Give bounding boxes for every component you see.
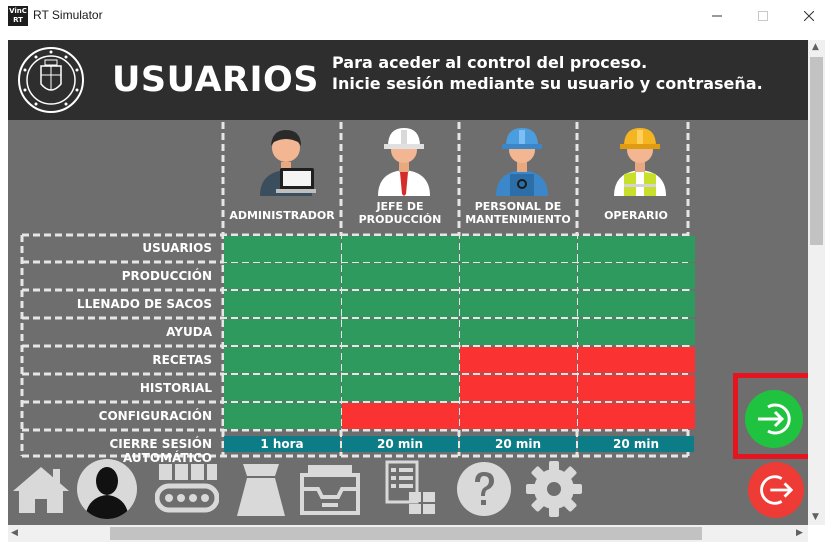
user-icon-background <box>77 459 137 519</box>
title-bar: VinC RT RT Simulator <box>0 0 832 31</box>
instructions-line-1: Para aceder al control del proceso. <box>332 53 648 72</box>
permission-cell <box>224 236 341 262</box>
conveyor-icon <box>155 464 219 513</box>
user-icon <box>85 467 129 519</box>
row-label-usuarios: USUARIOS <box>142 241 212 255</box>
operator-icon <box>614 128 666 196</box>
help-button[interactable] <box>451 458 517 520</box>
permission-cell <box>578 236 695 262</box>
role-label-operario: OPERARIO <box>578 209 694 222</box>
header: USUARIOS Para aceder al control del proc… <box>8 40 808 120</box>
permission-cell <box>460 319 577 345</box>
maximize-icon <box>758 10 768 21</box>
scroll-up-arrow-icon[interactable]: ▲ <box>812 42 819 52</box>
permission-cell <box>460 236 577 262</box>
permission-cell <box>460 291 577 317</box>
permission-cell <box>460 375 577 401</box>
role-label-line-1: OPERARIO <box>604 209 668 222</box>
timeout-personal-de-mantenimiento: 20 min <box>460 436 576 452</box>
close-icon <box>804 10 814 21</box>
row-label-ayuda: AYUDA <box>166 325 212 339</box>
conveyor-button[interactable] <box>154 458 220 520</box>
permission-cell <box>224 403 341 429</box>
role-label-line-1: ADMINISTRADOR <box>229 209 335 222</box>
app-content: USUARIOS Para aceder al control del proc… <box>8 40 808 525</box>
permission-cell <box>224 347 341 373</box>
close-button[interactable] <box>786 0 832 31</box>
settings-icon <box>526 461 582 517</box>
instructions-line-2: Inicie sesión mediante su usuario y cont… <box>332 74 763 93</box>
permission-cell <box>224 375 341 401</box>
logout-icon <box>760 475 794 505</box>
vertical-scrollbar-thumb[interactable] <box>810 57 823 245</box>
app-icon: VinC RT <box>8 6 28 26</box>
row-label-produccion: PRODUCCIÓN <box>121 269 212 283</box>
permission-cell <box>342 236 459 262</box>
archive-button[interactable] <box>297 458 363 520</box>
sack-icon <box>237 464 285 516</box>
permission-cell <box>342 375 459 401</box>
permission-cell <box>342 263 459 289</box>
permission-cell <box>342 319 459 345</box>
maintenance-staff-icon <box>496 128 548 196</box>
window-title: RT Simulator <box>33 8 103 22</box>
administrator-icon <box>260 130 316 196</box>
app-icon-bottom-text: RT <box>13 16 23 24</box>
help-icon <box>457 462 511 516</box>
settings-button[interactable] <box>521 458 587 520</box>
logout-button[interactable] <box>748 462 804 518</box>
user-button[interactable] <box>74 458 140 520</box>
home-button[interactable] <box>8 458 74 520</box>
role-label-line-1: JEFE DE <box>376 200 424 213</box>
minimize-icon <box>712 15 722 16</box>
role-label-jefe-de-produccion: JEFE DE PRODUCCIÓN <box>342 200 458 226</box>
permission-cell <box>578 347 695 373</box>
permission-cell <box>342 291 459 317</box>
role-label-line-2: PRODUCCIÓN <box>358 213 442 226</box>
maximize-button[interactable] <box>740 0 786 31</box>
university-seal-icon <box>18 47 84 113</box>
timeout-administrador: 1 hora <box>224 436 340 452</box>
login-instructions: Para aceder al control del proceso. Inic… <box>332 52 763 94</box>
recipe-list-icon <box>385 460 435 514</box>
permission-cell <box>578 319 695 345</box>
permission-cell <box>578 263 695 289</box>
home-icon <box>13 467 69 513</box>
login-icon <box>758 403 791 435</box>
permission-cell <box>460 263 577 289</box>
permission-cell <box>224 319 341 345</box>
role-label-administrador: ADMINISTRADOR <box>224 209 340 222</box>
permission-cell <box>224 263 341 289</box>
scroll-right-arrow-icon[interactable]: ▶ <box>796 528 803 538</box>
row-label-recetas: RECETAS <box>152 353 212 367</box>
horizontal-scrollbar-thumb[interactable] <box>110 527 702 540</box>
role-label-personal-de-mantenimiento: PERSONAL DE MANTENIMIENTO <box>460 200 576 226</box>
role-label-line-1: PERSONAL DE <box>474 200 562 213</box>
permission-cell <box>578 291 695 317</box>
timeout-operario: 20 min <box>578 436 694 452</box>
row-label-historial: HISTORIAL <box>139 381 212 395</box>
login-button[interactable] <box>745 390 803 448</box>
permission-cell <box>342 403 459 429</box>
app-icon-top-text: VinC <box>9 7 27 15</box>
permission-cell <box>224 291 341 317</box>
page-title: USUARIOS <box>112 60 319 100</box>
permission-cell <box>460 403 577 429</box>
scroll-down-arrow-icon[interactable]: ▼ <box>812 512 819 522</box>
sack-button[interactable] <box>228 458 294 520</box>
recipe-list-button[interactable] <box>376 458 442 520</box>
scroll-left-arrow-icon[interactable]: ◀ <box>11 528 18 538</box>
production-manager-icon <box>378 128 430 196</box>
row-label-llenado-de-sacos: LLENADO DE SACOS <box>76 297 212 311</box>
archive-icon <box>300 465 360 515</box>
permission-cell <box>460 347 577 373</box>
role-label-line-2: MANTENIMIENTO <box>465 213 571 226</box>
permission-cell <box>342 347 459 373</box>
permission-cell <box>578 403 695 429</box>
minimize-button[interactable] <box>694 0 740 31</box>
permission-cell <box>578 375 695 401</box>
timeout-jefe-de-produccion: 20 min <box>342 436 458 452</box>
row-label-configuracion: CONFIGURACIÓN <box>98 409 212 423</box>
